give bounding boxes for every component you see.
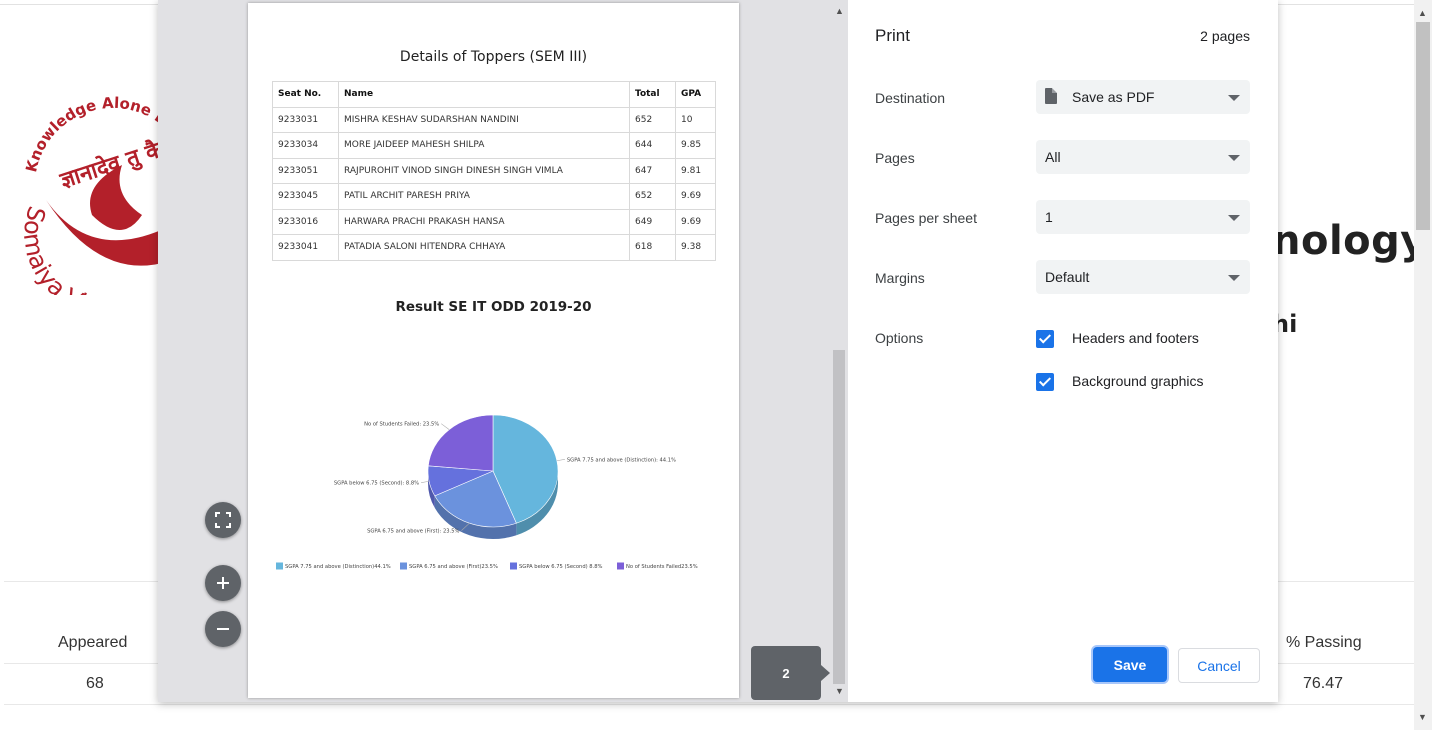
- save-button[interactable]: Save: [1093, 647, 1167, 682]
- options-label: Options: [875, 330, 924, 346]
- pie-slice-label: SGPA below 6.75 (Second): 8.8%: [334, 481, 419, 487]
- headers-footers-checkbox[interactable]: [1036, 330, 1054, 348]
- scroll-down-arrow-icon[interactable]: ▼: [835, 686, 844, 696]
- margins-select[interactable]: Default: [1036, 260, 1250, 294]
- pages-per-sheet-label: Pages per sheet: [875, 210, 977, 226]
- legend-swatch: [617, 562, 624, 570]
- minus-icon: [217, 628, 229, 630]
- pie-slice-label: No of Students Failed: 23.5%: [364, 422, 439, 428]
- pie-slice-label: SGPA 7.75 and above (Distinction): 44.1%: [567, 457, 676, 463]
- scroll-down-arrow-icon[interactable]: ▼: [1418, 712, 1427, 722]
- legend-swatch: [276, 562, 283, 570]
- page-count: 2 pages: [1200, 28, 1250, 44]
- chevron-down-icon: [1228, 215, 1240, 221]
- institution-logo: Knowledge Alone Li ज्ञानादेव तु कैव Soma…: [22, 95, 172, 295]
- margins-label: Margins: [875, 270, 925, 286]
- legend-swatch: [510, 562, 517, 570]
- pages-per-sheet-select[interactable]: 1: [1036, 200, 1250, 234]
- legend-label: SGPA 6.75 and above (First)23.5%: [409, 564, 498, 570]
- preview-scrollbar[interactable]: ▲ ▼: [830, 0, 848, 702]
- legend-label: SGPA 7.75 and above (Distinction)44.1%: [285, 564, 391, 570]
- zoom-in-button[interactable]: [205, 565, 241, 601]
- chevron-down-icon: [1228, 155, 1240, 161]
- print-preview-pane: Details of Toppers (SEM III) Seat No. Na…: [158, 0, 848, 702]
- result-pie-chart: SGPA 7.75 and above (Distinction): 44.1%…: [276, 414, 698, 570]
- print-title: Print: [875, 26, 910, 45]
- plus-icon: [217, 577, 229, 589]
- legend-swatch: [400, 562, 407, 570]
- cancel-button[interactable]: Cancel: [1178, 648, 1260, 683]
- print-settings-panel: Print 2 pages Destination Save as PDF Pa…: [848, 0, 1278, 702]
- fit-to-page-button[interactable]: [205, 502, 241, 538]
- table-header-passing: % Passing: [1286, 634, 1362, 651]
- scroll-up-arrow-icon[interactable]: ▲: [835, 6, 844, 16]
- destination-value: Save as PDF: [1072, 89, 1155, 105]
- page-scrollbar-thumb[interactable]: [1416, 22, 1430, 230]
- destination-select[interactable]: Save as PDF: [1036, 80, 1250, 114]
- background-graphics-label[interactable]: Background graphics: [1072, 373, 1204, 389]
- preview-page: Details of Toppers (SEM III) Seat No. Na…: [248, 3, 739, 698]
- table-cell-appeared: 68: [86, 675, 104, 692]
- margins-value: Default: [1045, 269, 1090, 285]
- print-dialog: Details of Toppers (SEM III) Seat No. Na…: [158, 0, 1278, 702]
- pdf-file-icon: [1045, 88, 1057, 104]
- headers-footers-label[interactable]: Headers and footers: [1072, 330, 1199, 346]
- pie-slice-label: SGPA 6.75 and above (First): 23.5%: [367, 529, 459, 535]
- chevron-down-icon: [1228, 275, 1240, 281]
- destination-label: Destination: [875, 90, 946, 106]
- preview-scrollbar-thumb[interactable]: [833, 350, 845, 684]
- table-header-appeared: Appeared: [58, 634, 128, 651]
- pie-leader-line: [556, 458, 565, 462]
- table-divider: [4, 704, 1414, 705]
- page-title-fragment: nology: [1272, 218, 1427, 264]
- legend-label: SGPA below 6.75 (Second) 8.8%: [519, 564, 603, 570]
- zoom-out-button[interactable]: [205, 611, 241, 647]
- page-number-indicator: 2: [751, 646, 830, 700]
- fit-to-page-icon: [215, 512, 231, 528]
- pages-select[interactable]: All: [1036, 140, 1250, 174]
- background-graphics-checkbox[interactable]: [1036, 373, 1054, 391]
- pie-leader-line: [441, 423, 450, 430]
- pages-per-sheet-value: 1: [1045, 209, 1053, 225]
- table-cell-passing: 76.47: [1303, 675, 1344, 692]
- page-scrollbar[interactable]: ▲ ▼: [1414, 0, 1432, 730]
- pie-leader-line: [421, 480, 430, 484]
- chevron-down-icon: [1228, 95, 1240, 101]
- scroll-up-arrow-icon[interactable]: ▲: [1418, 8, 1427, 18]
- pages-value: All: [1045, 149, 1061, 165]
- legend-label: No of Students Failed23.5%: [626, 564, 698, 570]
- pages-label: Pages: [875, 150, 915, 166]
